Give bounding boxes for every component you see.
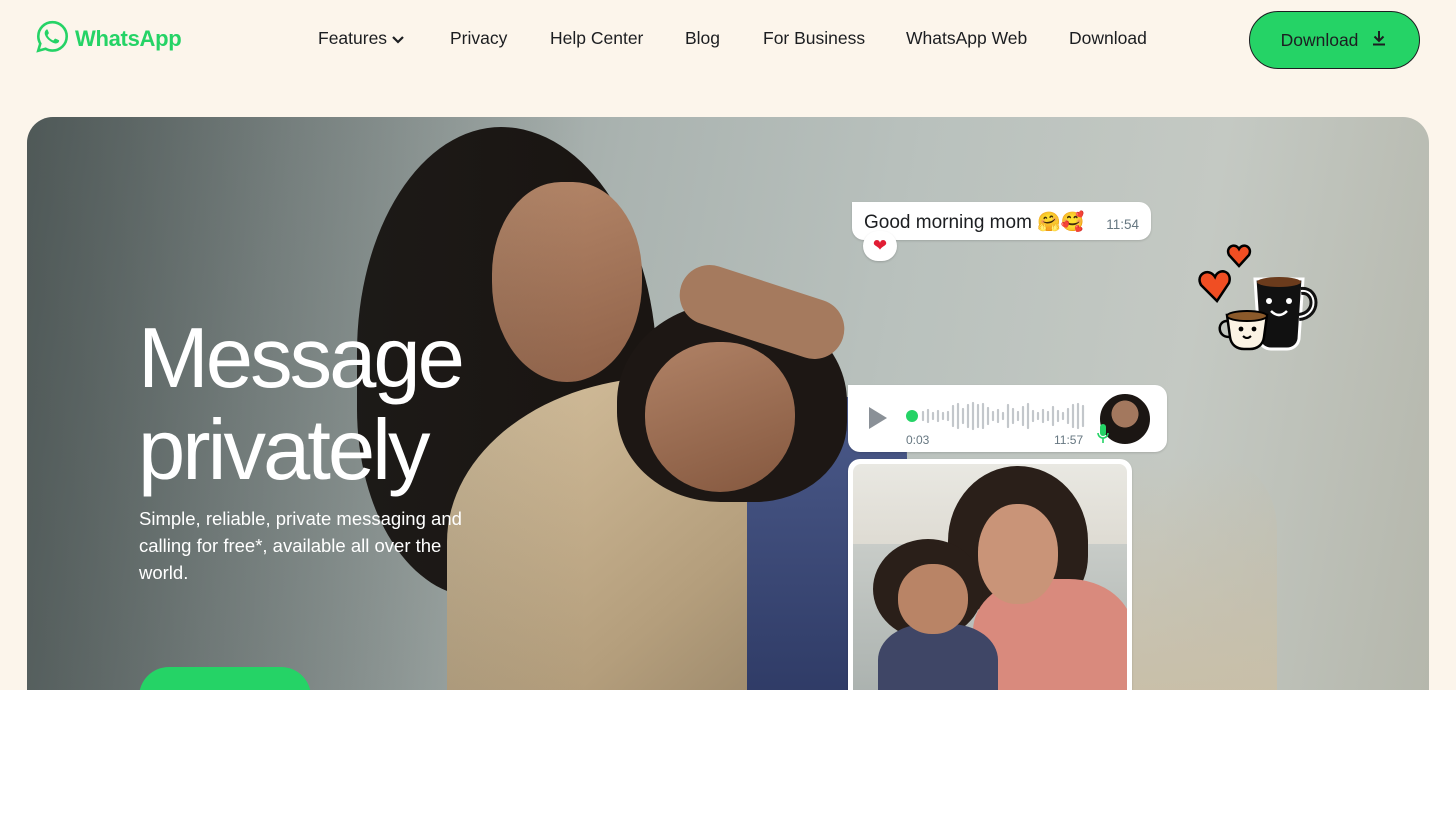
page: WhatsApp Features Privacy Help Center Bl… (0, 0, 1456, 816)
nav-item-for-business[interactable]: For Business (763, 28, 865, 49)
hero-download-button[interactable] (139, 667, 311, 690)
nav-item-help-center[interactable]: Help Center (550, 28, 643, 49)
chat-message-bubble: Good morning mom 🤗🥰 11:54 (852, 202, 1151, 240)
download-button[interactable]: Download (1249, 11, 1420, 69)
hero-subtitle: Simple, reliable, private messaging and … (139, 508, 462, 583)
hero-title-line1: Message (138, 311, 465, 406)
nav-item-whatsapp-web[interactable]: WhatsApp Web (906, 28, 1027, 49)
heart-reaction-icon: ❤ (863, 231, 897, 261)
download-button-label: Download (1280, 29, 1359, 50)
play-icon[interactable] (866, 405, 890, 436)
nav-item-label: Features (318, 28, 388, 48)
hero-title: Message privately (138, 311, 465, 498)
voice-note-bubble: 0:03 11:57 (848, 385, 1167, 452)
chevron-down-icon (391, 29, 405, 50)
voice-waveform (906, 401, 1086, 436)
message-time: 11:54 (1106, 217, 1139, 232)
nav-item-download[interactable]: Download (1069, 28, 1147, 49)
hero-section: Message privately Simple, reliable, priv… (27, 117, 1429, 690)
message-text: Good morning mom 🤗🥰 (864, 212, 1085, 233)
mic-icon (1097, 423, 1109, 450)
voice-elapsed: 0:03 (906, 433, 930, 447)
coffee-cups-hearts-sticker (1197, 239, 1321, 362)
download-icon (1370, 29, 1388, 52)
voice-time: 11:57 (1054, 433, 1084, 447)
top-nav: WhatsApp Features Privacy Help Center Bl… (0, 0, 1456, 78)
hero-title-line2: privately (138, 403, 431, 498)
nav-item-features[interactable]: Features (318, 28, 405, 50)
nav-item-blog[interactable]: Blog (685, 28, 720, 49)
shared-photo-card (848, 459, 1132, 690)
nav-links: Features Privacy Help Center Blog For Bu… (0, 28, 1456, 52)
nav-item-privacy[interactable]: Privacy (450, 28, 507, 49)
shared-photo (853, 464, 1127, 690)
